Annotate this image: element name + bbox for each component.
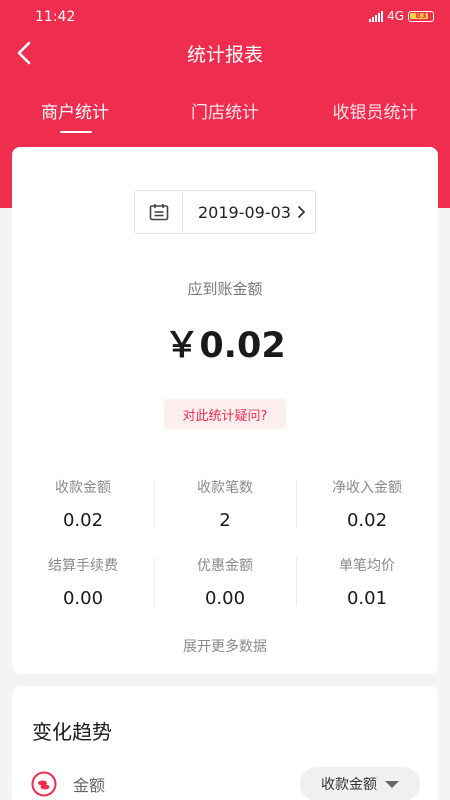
coin-icon	[31, 771, 57, 797]
tab-store-stats[interactable]: 门店统计	[165, 98, 285, 123]
active-tab-indicator	[60, 131, 92, 133]
metric-dropdown[interactable]: 收款金额	[300, 767, 420, 800]
date-picker[interactable]: 2019-09-03	[134, 190, 316, 234]
stat-label: 单笔均价	[339, 558, 395, 574]
trend-title: 变化趋势	[32, 720, 112, 744]
stats-row: 结算手续费 0.00 优惠金额 0.00 单笔均价 0.01	[12, 555, 438, 633]
tab-merchant-stats[interactable]: 商户统计	[15, 98, 135, 123]
dropdown-triangle-icon	[385, 780, 399, 788]
stat-label: 优惠金额	[197, 558, 253, 574]
selected-date: 2019-09-03	[198, 202, 291, 222]
stat-average-price: 单笔均价 0.01	[296, 555, 438, 609]
stat-value: 0.02	[62, 510, 104, 531]
statistics-question-button[interactable]: 对此统计疑问?	[164, 399, 286, 429]
chevron-right-icon	[298, 206, 305, 218]
stat-value: 0.00	[204, 588, 246, 609]
stat-label: 净收入金额	[332, 480, 402, 496]
amount-label: 应到账金额	[187, 280, 263, 298]
page-title: 统计报表	[186, 44, 263, 66]
battery-icon: 83	[408, 10, 434, 22]
dropdown-value: 收款金额	[321, 777, 377, 793]
expand-more-button[interactable]: 展开更多数据	[12, 636, 438, 656]
navigation-bar: 统计报表	[0, 34, 450, 74]
stat-received-amount: 收款金额 0.02	[12, 477, 154, 531]
network-type: 4G	[387, 9, 404, 23]
stat-transaction-count: 收款笔数 2	[154, 477, 296, 531]
stat-discount-amount: 优惠金额 0.00	[154, 555, 296, 609]
stat-value: 0.00	[62, 588, 104, 609]
summary-card: 2019-09-03 应到账金额 ￥0.02 对此统计疑问? 收款金额 0.02…	[12, 147, 438, 674]
stat-value: 0.01	[346, 588, 388, 609]
stat-net-income: 净收入金额 0.02	[296, 477, 438, 531]
stats-grid: 收款金额 0.02 收款笔数 2 净收入金额 0.02 结算手续费 0.00 优…	[12, 477, 438, 633]
trend-card: 变化趋势 金额 收款金额	[12, 686, 438, 800]
stat-label: 收款金额	[55, 480, 111, 496]
tab-cashier-stats[interactable]: 收银员统计	[315, 98, 435, 123]
status-indicators: 4G 83	[369, 9, 434, 23]
signal-icon	[369, 10, 384, 22]
legend-label: 金额	[73, 776, 106, 795]
battery-level: 83	[415, 10, 427, 20]
stat-value: 0.02	[346, 510, 388, 531]
status-time: 11:42	[35, 9, 76, 25]
stat-label: 结算手续费	[48, 558, 118, 574]
stats-row: 收款金额 0.02 收款笔数 2 净收入金额 0.02	[12, 477, 438, 555]
calendar-icon	[135, 191, 183, 233]
tab-bar: 商户统计 门店统计 收银员统计	[0, 98, 450, 138]
status-bar: 11:42 4G 83	[0, 0, 450, 34]
stat-value: 2	[219, 510, 231, 531]
stat-label: 收款笔数	[197, 480, 253, 496]
amount-value: ￥0.02	[164, 326, 286, 366]
stat-settlement-fee: 结算手续费 0.00	[12, 555, 154, 609]
